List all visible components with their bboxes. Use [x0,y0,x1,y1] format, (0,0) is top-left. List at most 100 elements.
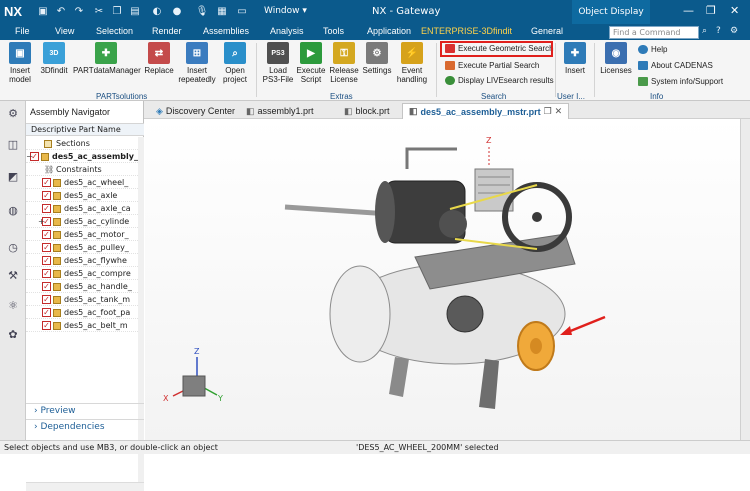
tree-row[interactable]: ✓ des5_ac_pulley_ [26,241,138,254]
help-button[interactable]: Help [638,45,667,54]
visibility-checkbox[interactable]: ✓ [42,204,51,213]
visibility-checkbox[interactable]: ✓ [42,282,51,291]
livesearch-results-button[interactable]: Display LIVEsearch results [445,76,554,85]
tab-discovery-center[interactable]: ◈ Discovery Center [150,103,241,119]
insert-model-button[interactable]: ▣ Insert model [4,42,36,84]
tab-general[interactable]: General [531,26,563,36]
tab-file[interactable]: File [15,26,30,36]
load-ps3-button[interactable]: PS3 Load PS3-File [261,42,295,84]
tab-application[interactable]: Application [367,26,411,36]
history-icon[interactable]: ◷ [4,238,22,256]
search-icon[interactable]: ⌕ [702,26,707,36]
cut-icon[interactable]: ✂ [92,4,106,18]
settings-small-icon[interactable]: ⚙ [730,26,738,36]
minimize-icon[interactable]: — [683,4,694,17]
sphere-icon[interactable]: ● [170,4,184,18]
close-tab-icon[interactable]: ✕ [555,106,563,117]
tree-row[interactable]: ✓ des5_ac_axle [26,189,138,202]
window-menu[interactable]: Window ▾ [264,6,307,16]
about-cadenas-button[interactable]: About CADENAS [638,61,713,70]
tree-row[interactable]: ✓ des5_ac_tank_m [26,293,138,306]
settings-button[interactable]: ⚙ Settings [361,42,393,75]
partdatamanager-button[interactable]: ✚ PARTdataManager [73,42,141,75]
tree-row[interactable]: ✓ des5_ac_cylinde + [26,215,138,228]
tab-analysis[interactable]: Analysis [270,26,304,36]
navigator-settings-icon[interactable]: ⚙ [4,104,22,122]
layer-icon[interactable]: ▦ [215,4,229,18]
dependencies-pane[interactable]: › Dependencies [26,419,144,434]
tree-row[interactable]: ✓ des5_ac_handle_ [26,280,138,293]
tree-row[interactable]: ✓ des5_ac_belt_m [26,319,138,332]
save-icon[interactable]: ▣ [36,4,50,18]
tree-row[interactable]: ✓ des5_ac_compre [26,267,138,280]
tree-row[interactable]: ✓ des5_ac_wheel_ [26,176,138,189]
back-wheel [446,295,484,333]
execute-script-button[interactable]: ▶ Execute Script [295,42,327,84]
tab-render[interactable]: Render [152,26,182,36]
navigator-horizontal-scrollbar[interactable] [26,482,144,491]
3dfindit-button[interactable]: 3D 3Dfindit [37,42,71,75]
tree-row[interactable]: Constraints ⛓ [26,163,138,176]
visibility-checkbox[interactable]: ✓ [42,178,51,187]
open-project-button[interactable]: ⌕ Open project [219,42,251,84]
close-icon[interactable]: ✕ [730,4,739,17]
visibility-checkbox[interactable]: ✓ [42,295,51,304]
tree-row[interactable]: ✓ des5_ac_flywhe [26,254,138,267]
visibility-checkbox[interactable]: ✓ [42,230,51,239]
release-license-button[interactable]: ⚿ Release License [328,42,360,84]
collapse-icon[interactable]: − [26,150,33,162]
tab-selection[interactable]: Selection [96,26,133,36]
event-handling-button[interactable]: ⚡ Event handling [394,42,430,84]
assembly-navigator-icon[interactable]: ◫ [4,135,22,153]
restore-tab-icon[interactable]: ❐ [544,106,552,117]
tab-block[interactable]: ◧ block.prt [338,103,396,119]
visibility-checkbox[interactable]: ✓ [42,191,51,200]
help-icon[interactable]: ? [716,26,721,36]
redo-icon[interactable]: ↷ [72,4,86,18]
display-icon[interactable]: ▭ [235,4,249,18]
palette-icon[interactable]: ✿ [4,325,22,343]
tree-row[interactable]: Sections [26,137,138,150]
column-header[interactable]: Descriptive Part Name [26,123,144,136]
microphone-icon[interactable]: 🎙 [195,4,209,18]
tree-row[interactable]: ✓ des5_ac_axle_ca [26,202,138,215]
user-insert-button[interactable]: ✚ Insert [560,42,590,75]
tree-row-label: des5_ac_cylinde [64,217,130,226]
licenses-button[interactable]: ◉ Licenses [599,42,633,75]
visibility-checkbox[interactable]: ✓ [42,243,51,252]
restore-icon[interactable]: ❐ [706,4,716,17]
visibility-checkbox[interactable]: ✓ [42,269,51,278]
system-info-button[interactable]: System info/Support [638,77,723,86]
copy-icon[interactable]: ❐ [110,4,124,18]
tree-row[interactable]: ✓ des5_ac_motor_ [26,228,138,241]
execute-partial-search-button[interactable]: Execute Partial Search [445,61,539,70]
tab-enterprise-3dfindit[interactable]: ENTERPRISE-3Dfindit [421,26,512,36]
graphics-window[interactable]: Z X Y Z [145,119,750,440]
insert-repeatedly-button[interactable]: ⊞ Insert repeatedly [177,42,217,84]
preview-pane[interactable]: › Preview [26,403,144,418]
replace-button[interactable]: ⇄ Replace [143,42,175,75]
viewport-scrollbar[interactable] [740,119,750,440]
roles-icon[interactable]: ⚛ [4,296,22,314]
triad-z-label: Z [194,347,200,356]
paste-icon[interactable]: ▤ [128,4,142,18]
tab-des5-ac-assembly-mstr[interactable]: ◧ des5_ac_assembly_mstr.prt ❐ ✕ [402,103,570,119]
part-navigator-icon[interactable]: ◩ [4,167,22,185]
shading-icon[interactable]: ◐ [150,4,164,18]
tab-view[interactable]: View [55,26,74,36]
tab-assembly1[interactable]: ◧ assembly1.prt [240,103,320,119]
view-cube[interactable] [182,375,206,397]
tree-row[interactable]: ✓ des5_ac_assembly_ − [26,150,138,163]
tab-tools[interactable]: Tools [323,26,344,36]
reuse-library-icon[interactable]: ⚒ [4,266,22,284]
visibility-checkbox[interactable]: ✓ [42,308,51,317]
expand-icon[interactable]: + [38,215,45,227]
visibility-checkbox[interactable]: ✓ [42,256,51,265]
command-search-input[interactable]: Find a Command [609,26,699,39]
visibility-checkbox[interactable]: ✓ [42,321,51,330]
web-browser-icon[interactable]: ◍ [4,201,22,219]
undo-icon[interactable]: ↶ [54,4,68,18]
tree-row[interactable]: ✓ des5_ac_foot_pa [26,306,138,319]
tab-assemblies[interactable]: Assemblies [203,26,249,36]
context-tab-object-display[interactable]: Object Display [572,0,650,24]
